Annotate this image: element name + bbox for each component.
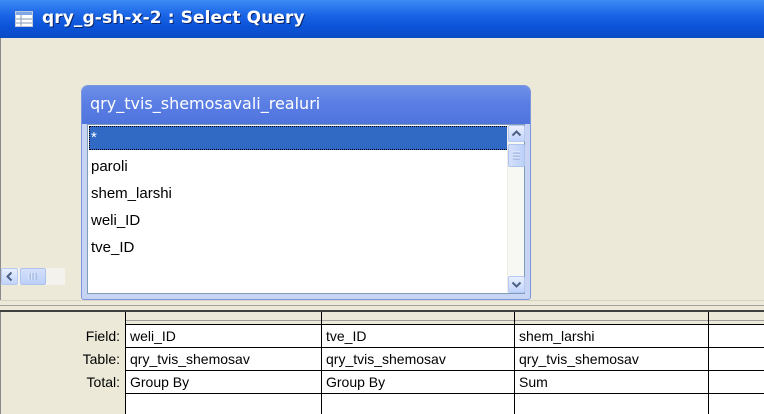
total-cell[interactable] bbox=[709, 371, 764, 393]
column-selector[interactable] bbox=[709, 312, 764, 321]
field-cell[interactable]: weli_ID bbox=[126, 325, 321, 347]
grip-icon bbox=[28, 273, 37, 280]
sort-cell[interactable] bbox=[126, 394, 321, 414]
chevron-up-icon bbox=[511, 130, 522, 137]
field-cell[interactable] bbox=[709, 325, 764, 347]
title-bar[interactable]: qry_g-sh-x-2 : Select Query bbox=[0, 0, 764, 38]
table-cell[interactable]: qry_tvis_shemosav bbox=[515, 348, 708, 370]
row-label-table: Table: bbox=[82, 351, 120, 367]
grid-line bbox=[125, 347, 764, 348]
field-list-caption[interactable]: qry_tvis_shemosavali_realuri bbox=[82, 86, 530, 124]
field-item-shem-larshi[interactable]: shem_larshi bbox=[89, 182, 513, 206]
scroll-down-button[interactable] bbox=[508, 276, 525, 293]
scroll-thumb[interactable] bbox=[508, 144, 525, 167]
field-list-scrollbar[interactable] bbox=[507, 125, 525, 293]
total-cell[interactable]: Group By bbox=[126, 371, 321, 393]
grid-line bbox=[708, 312, 709, 414]
field-list-box[interactable]: * paroli shem_larshi weli_ID tve_ID bbox=[87, 124, 525, 294]
column-selector[interactable] bbox=[126, 312, 321, 321]
scroll-left-button[interactable] bbox=[1, 268, 18, 285]
field-cell[interactable]: tve_ID bbox=[322, 325, 514, 347]
grid-column-4[interactable] bbox=[709, 312, 764, 414]
grid-column-3[interactable]: shem_larshi qry_tvis_shemosav Sum bbox=[515, 312, 708, 414]
grid-line bbox=[125, 324, 764, 325]
query-icon bbox=[15, 11, 33, 27]
scroll-up-button[interactable] bbox=[508, 125, 525, 142]
grip-icon bbox=[513, 151, 520, 160]
table-cell[interactable]: qry_tvis_shemosav bbox=[126, 348, 321, 370]
field-cell[interactable]: shem_larshi bbox=[515, 325, 708, 347]
field-item-weli-id[interactable]: weli_ID bbox=[89, 209, 513, 233]
field-item-tve-id[interactable]: tve_ID bbox=[89, 236, 513, 260]
total-cell[interactable]: Group By bbox=[322, 371, 514, 393]
chevron-left-icon bbox=[6, 271, 13, 282]
table-design-pane[interactable]: qry_tvis_shemosavali_realuri * paroli sh… bbox=[0, 38, 764, 300]
query-design-grid[interactable]: Field: Table: Total: weli_ID qry_tvis_sh… bbox=[0, 312, 764, 414]
sort-cell[interactable] bbox=[515, 394, 708, 414]
row-label-field: Field: bbox=[85, 328, 120, 344]
column-selector[interactable] bbox=[515, 312, 708, 321]
sort-cell[interactable] bbox=[322, 394, 514, 414]
table-cell[interactable] bbox=[709, 348, 764, 370]
grid-line bbox=[125, 393, 764, 394]
grid-line bbox=[125, 370, 764, 371]
field-list-window[interactable]: qry_tvis_shemosavali_realuri * paroli sh… bbox=[81, 85, 531, 300]
field-item-all[interactable]: * bbox=[89, 126, 513, 150]
hscroll-thumb[interactable] bbox=[20, 268, 46, 285]
field-list-title: qry_tvis_shemosavali_realuri bbox=[90, 94, 321, 113]
splitter-line bbox=[0, 305, 764, 306]
column-selector[interactable] bbox=[322, 312, 514, 321]
grid-line bbox=[514, 312, 515, 414]
grid-column-2[interactable]: tve_ID qry_tvis_shemosav Group By bbox=[322, 312, 514, 414]
grid-row-labels: Field: Table: Total: bbox=[1, 312, 125, 414]
window-title: qry_g-sh-x-2 : Select Query bbox=[42, 8, 305, 28]
grid-column-1[interactable]: weli_ID qry_tvis_shemosav Group By bbox=[126, 312, 321, 414]
grid-line bbox=[321, 312, 322, 414]
design-pane-hscrollbar[interactable] bbox=[1, 268, 65, 285]
sort-cell[interactable] bbox=[709, 394, 764, 414]
total-cell[interactable]: Sum bbox=[515, 371, 708, 393]
grid-line bbox=[125, 312, 126, 414]
table-cell[interactable]: qry_tvis_shemosav bbox=[322, 348, 514, 370]
row-label-total: Total: bbox=[86, 374, 120, 390]
field-item-paroli[interactable]: paroli bbox=[89, 155, 513, 179]
pane-splitter[interactable] bbox=[0, 300, 764, 312]
chevron-down-icon bbox=[511, 281, 522, 288]
